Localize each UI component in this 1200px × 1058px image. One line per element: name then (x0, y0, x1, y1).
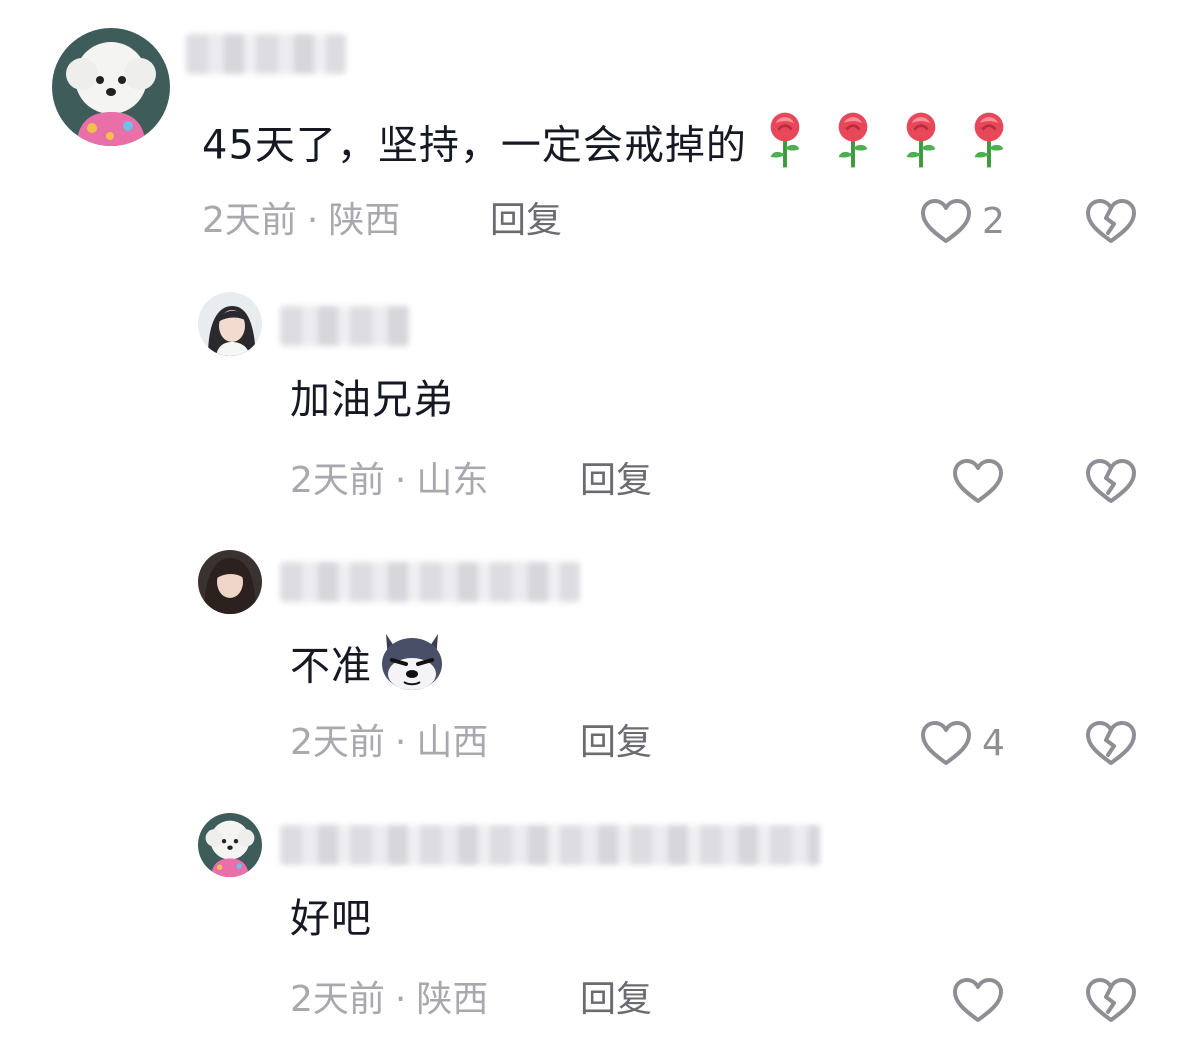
username-blurred[interactable] (280, 562, 580, 602)
location: 山西 (416, 722, 489, 763)
timestamp: 2天前 (202, 200, 297, 241)
broken-heart-icon[interactable] (1085, 718, 1137, 768)
reply-button[interactable]: 回复 (580, 975, 652, 1025)
broken-heart-icon[interactable] (1085, 456, 1137, 506)
like-button[interactable] (952, 456, 1004, 506)
location: 陕西 (416, 979, 489, 1020)
broken-heart-icon[interactable] (1085, 196, 1137, 246)
like-button[interactable] (952, 975, 1004, 1025)
avatar[interactable] (198, 292, 262, 356)
broken-heart-icon[interactable] (1085, 975, 1137, 1025)
like-button[interactable]: 2 (920, 196, 1005, 246)
separator: · (394, 722, 407, 763)
comment-text-content: 好吧 (290, 896, 372, 942)
heart-outline-icon (953, 459, 1003, 503)
comment-item: 45天了，坚持，一定会戒掉的 2天前 · 陕西 回复 2 (0, 0, 1200, 270)
heart-outline-icon (953, 978, 1003, 1022)
comment-text-content: 不准 (290, 643, 372, 690)
location: 陕西 (328, 200, 401, 241)
rose-icon (753, 110, 809, 185)
husky-dog-icon (378, 630, 446, 707)
avatar[interactable] (198, 813, 262, 877)
timestamp: 2天前 (290, 979, 385, 1020)
separator: · (394, 460, 407, 501)
reply-button[interactable]: 回复 (490, 196, 562, 246)
username-blurred[interactable] (280, 306, 410, 346)
separator: · (306, 200, 319, 241)
comment-meta: 2天前 · 山西 (290, 718, 488, 768)
timestamp: 2天前 (290, 722, 385, 763)
reply-item: 不准 2天前 · 山西 回复 4 (0, 530, 1200, 795)
comment-meta: 2天前 · 陕西 (290, 975, 488, 1025)
reply-button[interactable]: 回复 (580, 718, 652, 768)
avatar[interactable] (198, 550, 262, 614)
avatar-image (198, 292, 262, 356)
username-blurred[interactable] (280, 825, 820, 865)
timestamp: 2天前 (290, 460, 385, 501)
comment-text: 加油兄弟 (290, 372, 454, 428)
like-count: 4 (982, 722, 1005, 764)
rose-icon (883, 110, 945, 185)
comment-meta: 2天前 · 陕西 (202, 196, 400, 246)
separator: · (394, 979, 407, 1020)
comment-text: 好吧 (290, 891, 372, 947)
location: 山东 (416, 460, 489, 501)
avatar[interactable] (52, 28, 170, 146)
rose-icon (815, 110, 877, 185)
heart-outline-icon (921, 199, 971, 243)
like-button[interactable]: 4 (920, 718, 1005, 768)
comment-text-content: 加油兄弟 (290, 377, 454, 423)
comment-text: 45天了，坚持，一定会戒掉的 (202, 110, 1013, 185)
username-blurred[interactable] (186, 34, 346, 74)
heart-outline-icon (921, 721, 971, 765)
like-count: 2 (982, 200, 1005, 242)
reply-item: 加油兄弟 2天前 · 山东 回复 (0, 270, 1200, 530)
reply-item: 好吧 2天前 · 陕西 回复 (0, 795, 1200, 1058)
avatar-image (198, 813, 262, 877)
comment-text: 不准 (290, 630, 446, 707)
rose-icon (951, 110, 1013, 185)
reply-button[interactable]: 回复 (580, 456, 652, 506)
comment-text-content: 45天了，坚持，一定会戒掉的 (202, 122, 747, 169)
comment-meta: 2天前 · 山东 (290, 456, 488, 506)
avatar-image (198, 550, 262, 614)
avatar-image (52, 28, 170, 146)
